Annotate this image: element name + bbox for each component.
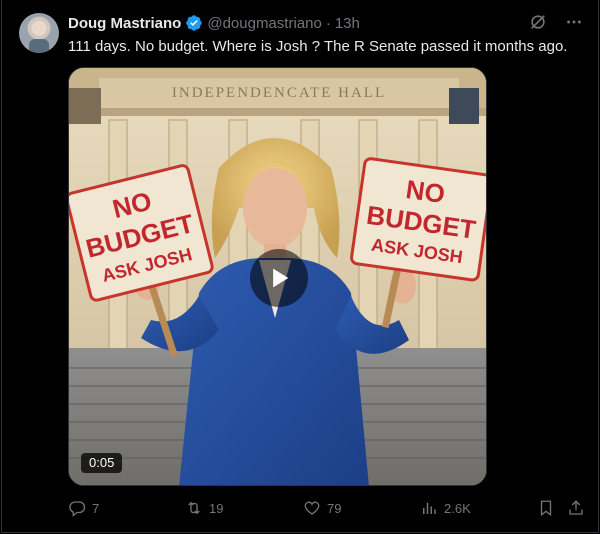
like-icon xyxy=(304,501,320,515)
author-avatar[interactable] xyxy=(19,13,59,53)
tweet-timestamp[interactable]: 13h xyxy=(335,15,360,32)
bookmark-icon xyxy=(540,500,552,517)
building-sign-text: INDEPENDENCATE HALL xyxy=(172,85,386,101)
verified-badge-icon[interactable] xyxy=(185,14,203,32)
reply-icon xyxy=(69,501,86,517)
views-button[interactable]: 2.6K xyxy=(420,499,471,517)
author-handle[interactable]: @dougmastriano xyxy=(207,15,321,32)
share-icon xyxy=(569,500,583,515)
views-icon xyxy=(423,502,436,514)
repost-count: 19 xyxy=(209,500,224,516)
reply-count: 7 xyxy=(92,500,100,516)
like-count: 79 xyxy=(327,500,342,516)
grok-icon[interactable] xyxy=(528,12,548,32)
video-player[interactable]: NO BUDGET ASK JOSH NO BUDGET ASK JOSH IN… xyxy=(68,67,487,486)
repost-icon xyxy=(188,501,200,515)
views-count: 2.6K xyxy=(444,500,471,516)
like-button[interactable]: 79 xyxy=(303,499,341,517)
author-name[interactable]: Doug Mastriano xyxy=(68,15,181,32)
play-button[interactable] xyxy=(250,249,308,307)
tweet-header: Doug Mastriano @dougmastriano · 13h xyxy=(68,13,360,33)
tweet-action-bar: 7 19 79 2.6K xyxy=(68,499,588,519)
video-duration: 0:05 xyxy=(81,453,123,473)
tweet-card[interactable]: Doug Mastriano @dougmastriano · 13h 111 … xyxy=(1,0,599,533)
more-icon[interactable] xyxy=(564,12,584,32)
tweet-top-actions xyxy=(528,12,584,32)
repost-button[interactable]: 19 xyxy=(185,499,223,517)
right-sign-line-1: NO xyxy=(404,174,447,209)
separator-dot: · xyxy=(325,14,331,32)
bookmark-button[interactable] xyxy=(537,499,555,517)
share-button[interactable] xyxy=(567,499,585,517)
tweet-text: 111 days. No budget. Where is Josh ? The… xyxy=(68,38,568,55)
play-icon xyxy=(273,268,289,288)
reply-button[interactable]: 7 xyxy=(68,499,99,517)
